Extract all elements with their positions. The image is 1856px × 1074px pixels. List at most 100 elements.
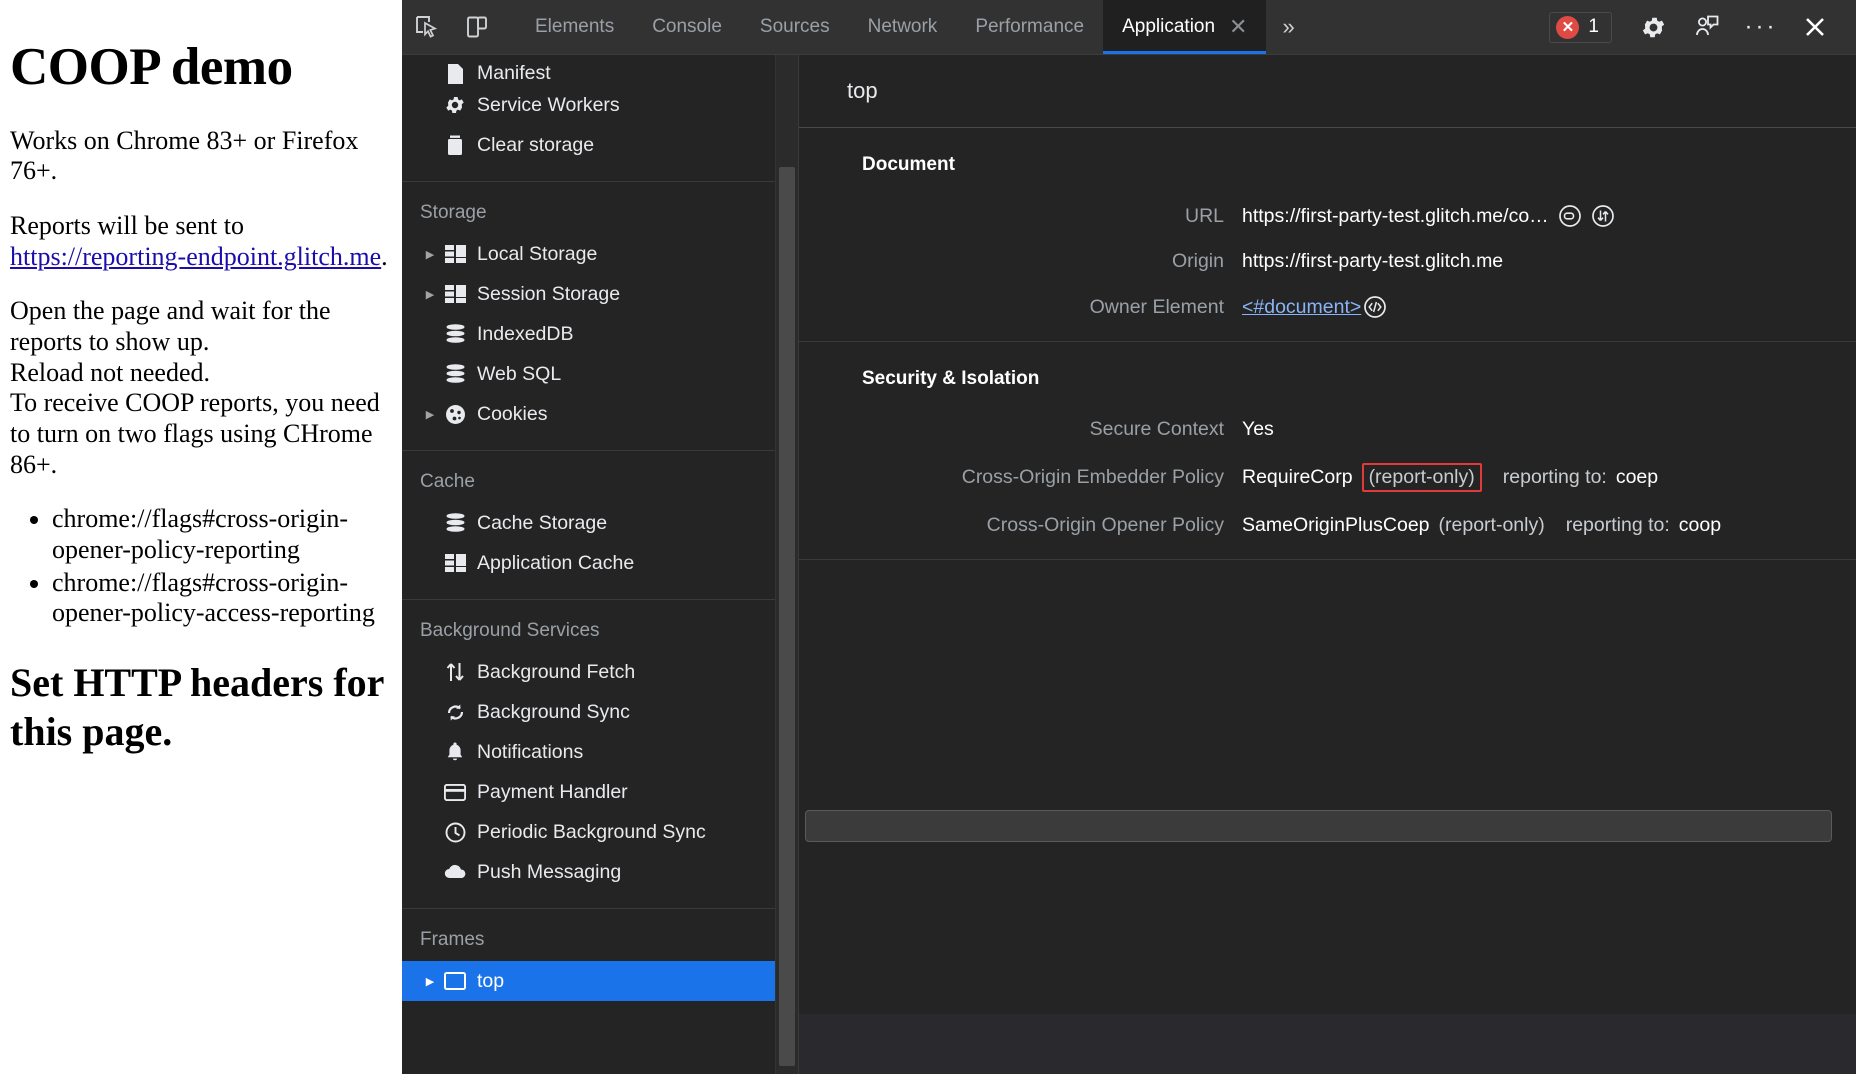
more-options-icon[interactable]: ··· xyxy=(1734,0,1788,54)
close-icon[interactable]: ✕ xyxy=(1229,16,1247,38)
close-devtools-icon[interactable] xyxy=(1788,0,1842,54)
tab-network[interactable]: Network xyxy=(849,0,957,54)
frame-details-title: top xyxy=(847,78,878,103)
tab-application[interactable]: Application ✕ xyxy=(1103,0,1267,54)
sidebar-item-label: IndexedDB xyxy=(477,322,574,345)
row-value-group: <#document> xyxy=(1224,295,1387,319)
tab-sources[interactable]: Sources xyxy=(741,0,849,54)
sync-icon xyxy=(440,702,470,723)
section-title: Security & Isolation xyxy=(862,368,1040,389)
sidebar-item-label: Background Sync xyxy=(477,700,630,723)
sidebar-item-background-sync[interactable]: ▶ Background Sync xyxy=(402,692,775,732)
code-icon[interactable] xyxy=(1363,295,1387,319)
cookie-icon xyxy=(440,404,470,425)
devtools-body: ▶ Manifest ▶ Service Workers xyxy=(402,55,1856,1074)
sidebar-item-label: Web SQL xyxy=(477,362,562,385)
row-origin: Origin https://first-party-test.glitch.m… xyxy=(799,250,1856,273)
sidebar-item-service-workers[interactable]: ▶ Service Workers xyxy=(402,85,775,125)
error-count-badge[interactable]: ✕ 1 xyxy=(1549,11,1612,43)
sidebar-item-top-frame[interactable]: ▶ top xyxy=(402,961,775,1001)
sidebar-scrollbar[interactable] xyxy=(775,55,798,1074)
frame-details-header: top xyxy=(799,55,1856,128)
chevron-right-icon[interactable]: ▶ xyxy=(420,248,440,261)
page-title: COOP demo xyxy=(10,38,293,96)
feedback-icon[interactable] xyxy=(1680,0,1734,54)
section-document: Document URL https://first-party-test.gl… xyxy=(799,128,1856,342)
row-label: Cross-Origin Opener Policy xyxy=(986,514,1224,536)
row-label: Origin xyxy=(1171,250,1224,272)
sidebar-item-local-storage[interactable]: ▶ Local Storage xyxy=(402,234,775,274)
sidebar-item-label: Application Cache xyxy=(477,551,635,574)
reporting-endpoint-link[interactable]: https://reporting-endpoint.glitch.me xyxy=(10,242,381,271)
sidebar-item-web-sql[interactable]: ▶ Web SQL xyxy=(402,354,775,394)
open-in-new-tab-icon[interactable] xyxy=(1558,204,1582,228)
sidebar-item-label: Push Messaging xyxy=(477,860,622,883)
coep-reporting-label: reporting to: xyxy=(1502,466,1607,488)
sidebar-item-background-fetch[interactable]: ▶ Background Fetch xyxy=(402,652,775,692)
owner-element-link[interactable]: <#document> xyxy=(1242,296,1361,319)
empty-panel-area xyxy=(799,560,1856,810)
sidebar-item-label: Payment Handler xyxy=(477,780,628,803)
clock-icon xyxy=(440,822,470,843)
cloud-icon xyxy=(440,864,470,880)
sidebar-item-periodic-background-sync[interactable]: ▶ Periodic Background Sync xyxy=(402,812,775,852)
sidebar-group-title: Storage xyxy=(420,202,487,223)
reveal-in-network-icon[interactable] xyxy=(1591,204,1615,228)
row-coop: Cross-Origin Opener Policy SameOriginPlu… xyxy=(799,514,1856,537)
sidebar-item-label: Background Fetch xyxy=(477,660,636,683)
sidebar-item-cookies[interactable]: ▶ Cookies xyxy=(402,394,775,434)
sidebar-item-payment-handler[interactable]: ▶ Payment Handler xyxy=(402,772,775,812)
sidebar-group-title: Background Services xyxy=(420,620,600,641)
gear-icon xyxy=(440,94,470,116)
horizontal-scrollbar[interactable] xyxy=(805,810,1832,842)
paragraph-instructions-line2: Reload not needed. xyxy=(10,357,210,387)
tab-console[interactable]: Console xyxy=(633,0,741,54)
origin-value: https://first-party-test.glitch.me xyxy=(1242,250,1504,272)
row-value-group: https://first-party-test.glitch.me/co… xyxy=(1224,204,1615,228)
sidebar-item-indexeddb[interactable]: ▶ IndexedDB xyxy=(402,314,775,354)
coep-value: RequireCorp xyxy=(1242,466,1353,488)
gear-icon[interactable] xyxy=(1626,0,1680,54)
devtools-tab-strip: Elements Console Sources Network Perform… xyxy=(516,0,1267,54)
row-value-group: Yes xyxy=(1224,418,1274,441)
row-url: URL https://first-party-test.glitch.me/c… xyxy=(799,204,1856,228)
sidebar-item-manifest[interactable]: ▶ Manifest xyxy=(402,55,775,85)
row-owner-element: Owner Element <#document> xyxy=(799,295,1856,319)
row-value-group: RequireCorp (report-only) reporting to: … xyxy=(1224,463,1658,492)
sidebar-group-cache: Cache ▶ Cache Storage ▶ xyxy=(402,451,775,600)
chevron-right-icon[interactable]: ▶ xyxy=(420,408,440,421)
row-value-group: SameOriginPlusCoep (report-only) reporti… xyxy=(1224,514,1721,537)
sidebar-item-label: Local Storage xyxy=(477,242,598,265)
sidebar-item-label: Periodic Background Sync xyxy=(477,820,706,843)
toolbar-right-group: ✕ 1 ··· xyxy=(1549,0,1856,54)
inspect-element-icon[interactable] xyxy=(402,0,452,54)
table-icon xyxy=(440,285,470,303)
sidebar-item-notifications[interactable]: ▶ Notifications xyxy=(402,732,775,772)
bell-icon xyxy=(440,741,470,763)
scrollbar-thumb[interactable] xyxy=(779,167,795,1066)
tab-elements[interactable]: Elements xyxy=(516,0,633,54)
sidebar-item-label: Manifest xyxy=(477,62,551,84)
horizontal-scrollbar-container xyxy=(799,810,1856,842)
coop-value: SameOriginPlusCoep xyxy=(1242,514,1430,536)
row-label: Cross-Origin Embedder Policy xyxy=(961,466,1224,488)
sidebar-item-clear-storage[interactable]: ▶ Clear storage xyxy=(402,125,775,165)
device-toolbar-icon[interactable] xyxy=(452,0,502,54)
sidebar-item-session-storage[interactable]: ▶ Session Storage xyxy=(402,274,775,314)
sidebar-item-application-cache[interactable]: ▶ Application Cache xyxy=(402,543,775,583)
panel-footer xyxy=(799,1014,1856,1074)
chevron-right-icon[interactable]: ▶ xyxy=(420,288,440,301)
table-icon xyxy=(440,554,470,572)
more-tabs-icon[interactable]: » xyxy=(1266,0,1310,54)
tab-performance[interactable]: Performance xyxy=(956,0,1103,54)
page-subheading: Set HTTP headers for this page. xyxy=(10,660,384,754)
frame-details-scroll-area: Document URL https://first-party-test.gl… xyxy=(799,128,1856,1014)
sidebar-item-cache-storage[interactable]: ▶ Cache Storage xyxy=(402,503,775,543)
chevron-right-icon[interactable]: ▶ xyxy=(420,975,440,988)
sidebar-item-push-messaging[interactable]: ▶ Push Messaging xyxy=(402,852,775,892)
web-page-content: COOP demo Works on Chrome 83+ or Firefox… xyxy=(0,0,402,1074)
sidebar-group-background-services: Background Services ▶ Background Fetch xyxy=(402,600,775,909)
coop-reporting-label: reporting to: xyxy=(1565,514,1670,536)
application-sidebar: ▶ Manifest ▶ Service Workers xyxy=(402,55,775,1074)
devtools-panel: Elements Console Sources Network Perform… xyxy=(402,0,1856,1074)
